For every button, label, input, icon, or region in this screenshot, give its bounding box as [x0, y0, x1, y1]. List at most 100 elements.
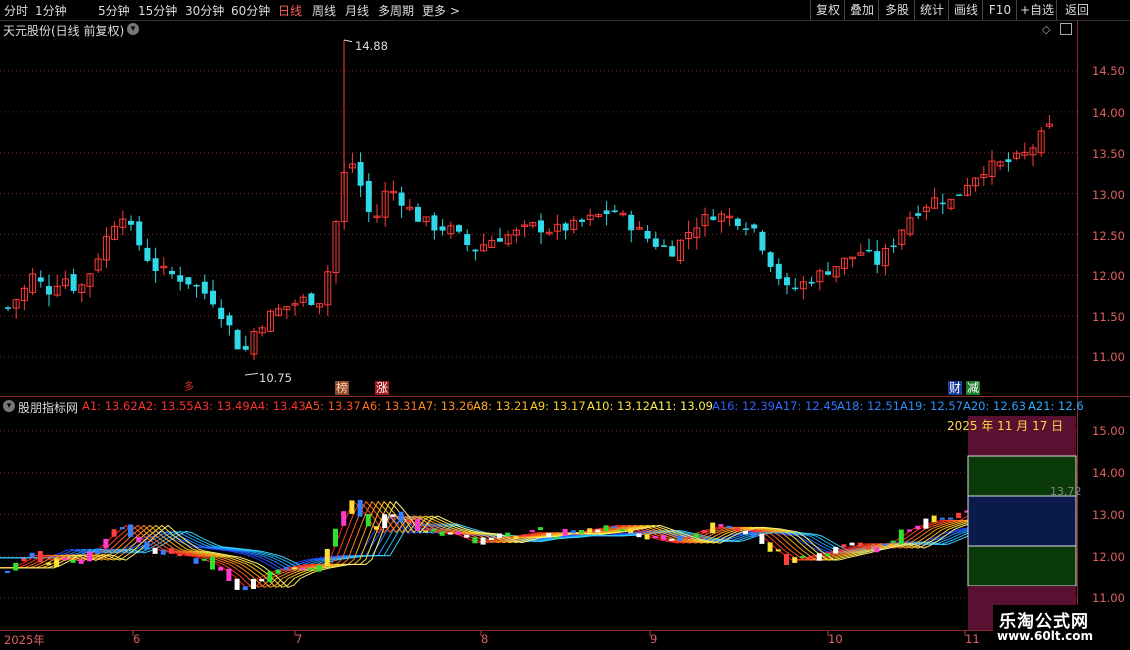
legend-entry: A10: 13.12: [587, 399, 650, 413]
legend-entry: A4: 13.43: [250, 399, 306, 413]
price-tick: 13.50: [1092, 147, 1125, 161]
indicator-bar: [554, 536, 560, 539]
reduce-holding-marker[interactable]: 减: [966, 381, 981, 395]
candle-body: [603, 210, 610, 215]
zone-box: [967, 495, 1077, 547]
ranking-marker[interactable]: 榜: [335, 381, 350, 395]
price-tick: 12.00: [1092, 269, 1125, 283]
indicator-bar: [915, 525, 921, 530]
indicator-bar: [677, 535, 683, 541]
indicator-bar: [693, 533, 699, 538]
indicator-bar: [866, 546, 871, 550]
indicator-bar: [497, 533, 502, 539]
candle-body: [5, 307, 11, 309]
candle-body: [890, 245, 897, 248]
candle-body: [767, 252, 774, 267]
candle-body: [825, 271, 831, 275]
indicator-name[interactable]: 股朋指标网: [18, 399, 78, 416]
candle-body: [562, 223, 569, 231]
indicator-bar: [226, 568, 232, 581]
candle-body: [365, 180, 372, 212]
indicator-bar: [661, 534, 666, 540]
candle-body: [242, 346, 249, 350]
candle-body: [472, 249, 479, 252]
candle-body: [128, 220, 134, 225]
limit-up-marker[interactable]: 涨: [375, 381, 390, 395]
candle-body: [759, 231, 766, 251]
indicator-bar: [505, 532, 511, 537]
indicator-bar: [431, 529, 437, 532]
indicator-bar: [267, 571, 273, 583]
indicator-bar: [743, 530, 748, 535]
indicator-bar: [857, 542, 863, 547]
legend-entry: A3: 13.49: [194, 399, 250, 413]
date-axis-label: 7: [295, 632, 303, 646]
indicator-tick: 14.00: [1092, 466, 1125, 480]
indicator-bar: [324, 548, 330, 566]
candle-body: [218, 307, 225, 320]
indicator-bar: [931, 515, 937, 523]
candle-body: [357, 162, 364, 186]
indicator-bar: [234, 578, 240, 590]
candle-body: [538, 220, 544, 233]
indicator-bar: [874, 547, 880, 553]
indicator-bar: [193, 558, 199, 564]
indicator-bar: [792, 557, 798, 563]
indicator-bar: [406, 520, 412, 523]
indicator-bar: [644, 534, 650, 540]
indicator-bar: [119, 527, 125, 530]
watermark-logo: 乐淘公式网 www.60lt.com: [993, 605, 1111, 645]
indicator-bar: [784, 553, 789, 565]
candle-body: [784, 277, 790, 286]
signal-marker[interactable]: 多: [183, 381, 195, 395]
indicator-bar: [529, 530, 535, 533]
indicator-bar: [374, 526, 379, 530]
candle-body: [497, 238, 503, 242]
indicator-bar: [595, 529, 601, 533]
candle-body: [866, 249, 872, 252]
candle-body: [234, 329, 241, 350]
legend-entry: A21: 12.6: [1028, 399, 1084, 413]
chevron-down-icon[interactable]: ▾: [3, 400, 15, 412]
period-high-label: 14.88: [355, 39, 388, 53]
candle-body: [70, 274, 77, 291]
price-tick: 12.50: [1092, 229, 1125, 243]
indicator-bar: [907, 529, 912, 532]
indicator-bar: [210, 556, 215, 570]
indicator-tick: 12.00: [1092, 550, 1125, 564]
indicator-bar: [439, 531, 445, 536]
indicator-bar: [177, 554, 183, 557]
indicator-bar: [767, 542, 773, 552]
indicator-bar: [939, 517, 945, 520]
candle-body: [415, 206, 421, 222]
indicator-bar: [562, 528, 568, 536]
indicator-bar: [775, 549, 781, 552]
date-axis-label: 9: [650, 632, 658, 646]
candle-body: [661, 245, 667, 247]
indicator-bar: [611, 526, 617, 529]
candle-body: [775, 263, 782, 279]
period-low-label: 10.75: [259, 371, 292, 385]
indicator-bar: [62, 557, 68, 561]
indicator-bar: [734, 527, 740, 532]
panel-separator: [0, 396, 1130, 397]
indicator-bar: [103, 538, 109, 549]
indicator-tick: 13.00: [1092, 508, 1125, 522]
finance-marker[interactable]: 财: [948, 381, 963, 395]
candle-body: [177, 275, 184, 282]
indicator-bar: [587, 528, 593, 533]
candle-body: [201, 281, 208, 294]
candle-body: [652, 238, 659, 247]
indicator-bar: [538, 527, 543, 531]
candle-body: [956, 194, 963, 196]
legend-entry: A16: 12.39: [712, 399, 775, 413]
candle-body: [46, 286, 52, 295]
indicator-bar: [472, 537, 478, 544]
indicator-bar: [5, 570, 10, 573]
candle-body: [644, 230, 651, 239]
indicator-bar: [365, 513, 371, 527]
indicator-bar: [841, 544, 847, 548]
indicator-bar: [259, 579, 265, 582]
indicator-bar: [160, 549, 166, 555]
date-axis-label: 8: [481, 632, 489, 646]
